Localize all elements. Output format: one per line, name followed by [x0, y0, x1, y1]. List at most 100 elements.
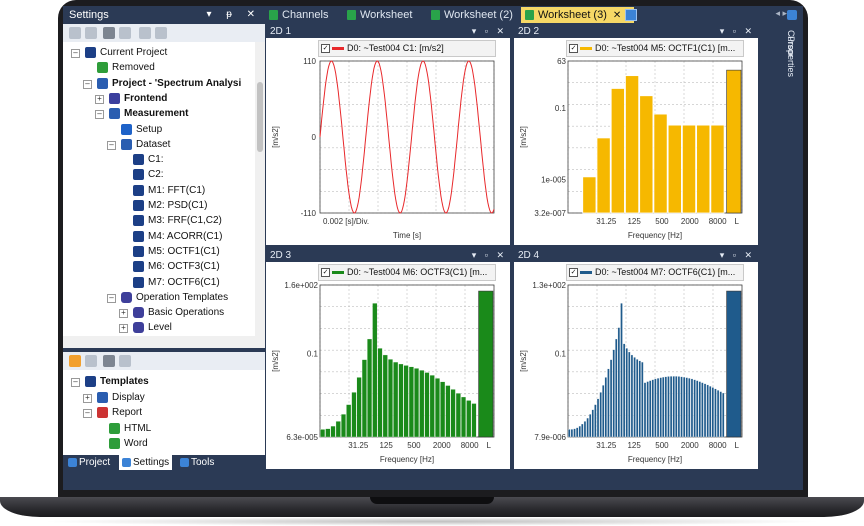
tree-item[interactable]: Project - 'Spectrum Analysi	[112, 76, 241, 91]
close-icon[interactable]: ✕	[613, 10, 621, 21]
properties-icon[interactable]	[787, 10, 797, 20]
tree-item[interactable]: Removed	[112, 60, 155, 75]
tree-scrollbar[interactable]	[255, 42, 265, 336]
bar	[646, 381, 649, 438]
bar	[677, 376, 681, 438]
tree-item[interactable]: Word	[124, 436, 148, 451]
open-icon[interactable]	[85, 27, 97, 39]
worksheet-icon	[431, 10, 440, 20]
plot-window-2d1[interactable]: 2D 1 ▾ ▫ ✕ ✓ D0: ~Test004 C1: [m/s2] [m/s2] T…	[266, 25, 510, 245]
bar	[429, 375, 435, 438]
tree-item[interactable]: Report	[112, 405, 142, 420]
tab-worksheet-3[interactable]: Worksheet (3) ✕	[521, 7, 634, 23]
plot-window-2d3[interactable]: 2D 3 ▾ ▫ ✕ ✓ D0: ~Test004 M6: OCTF3(C1) [m.…	[266, 249, 510, 469]
expander-icon[interactable]: +	[119, 324, 128, 334]
plot-canvas[interactable]: [m/s2] Frequency [Hz] 63 0.1 1e-005 3.2e-007 3…	[514, 38, 758, 245]
window-controls[interactable]: ▾ ▫ ✕	[472, 25, 507, 38]
tree-item[interactable]: M5: OCTF1(C1)	[148, 244, 220, 259]
plot-window-header[interactable]: 2D 2 ▾ ▫ ✕	[514, 25, 758, 38]
expander-icon[interactable]: +	[83, 393, 92, 403]
bar	[320, 429, 326, 438]
bar	[669, 376, 673, 438]
properties-tab[interactable]: Properties	[786, 36, 796, 77]
bar	[346, 404, 352, 438]
tree-item[interactable]: M1: FFT(C1)	[148, 183, 205, 198]
tree-item[interactable]: Dataset	[136, 137, 170, 152]
expander-icon[interactable]: +	[95, 94, 104, 104]
new-icon[interactable]	[69, 27, 81, 39]
tree-item[interactable]: Setup	[136, 122, 162, 137]
plot-canvas[interactable]: [m/s2] Frequency [Hz] 1.6e+002 0.1 6.3e-005 3…	[266, 262, 510, 469]
expander-icon[interactable]: –	[107, 293, 116, 303]
tree-node-icon	[121, 291, 132, 303]
expander-icon[interactable]: –	[83, 409, 92, 418]
tree-item[interactable]: Display	[112, 390, 145, 405]
tree-horizontal-scrollbar[interactable]	[63, 336, 265, 348]
bar	[582, 176, 597, 214]
link-icon[interactable]	[139, 27, 151, 39]
bar	[604, 377, 607, 438]
tree-item[interactable]: M2: PSD(C1)	[148, 198, 207, 213]
tree-item[interactable]: C1:	[148, 152, 164, 167]
bar	[586, 417, 589, 438]
y-axis-label: [m/s2]	[519, 350, 528, 372]
tree-item[interactable]: Frontend	[124, 91, 167, 106]
panel-tab-settings[interactable]: Settings	[119, 455, 173, 470]
panel-controls[interactable]: ▾ ᵽ ✕	[206, 6, 261, 24]
tree-item[interactable]: M4: ACORR(C1)	[148, 229, 222, 244]
tab-nav-icon[interactable]: ◂ ▸	[775, 8, 787, 19]
plot-window-header[interactable]: 2D 1 ▾ ▫ ✕	[266, 25, 510, 38]
tree-item[interactable]: Measurement	[124, 106, 188, 121]
undo-icon[interactable]	[119, 27, 131, 39]
panel-tab-project[interactable]: Project	[65, 455, 113, 470]
open-icon[interactable]	[85, 355, 97, 367]
tree-item[interactable]: HTML	[124, 421, 151, 436]
bar	[706, 384, 709, 438]
expander-icon[interactable]: –	[71, 378, 80, 387]
bar	[701, 382, 704, 438]
tree-item[interactable]: M6: OCTF3(C1)	[148, 259, 220, 274]
new-tab-icon[interactable]	[625, 9, 637, 21]
window-controls[interactable]: ▾ ▫ ✕	[720, 25, 755, 38]
folder-icon[interactable]	[69, 355, 81, 367]
expander-icon[interactable]: +	[119, 309, 128, 319]
expander-icon[interactable]: –	[71, 49, 80, 58]
plot-window-2d4[interactable]: 2D 4 ▾ ▫ ✕ ✓ D0: ~Test004 M7: OCTF6(C1) [m.…	[514, 249, 758, 469]
bar	[440, 381, 446, 438]
scrollbar-thumb[interactable]	[257, 82, 263, 152]
tree-item[interactable]: Operation Templates	[136, 290, 228, 305]
bar	[680, 376, 683, 438]
plot-window-header[interactable]: 2D 3 ▾ ▫ ✕	[266, 249, 510, 262]
tree-item[interactable]: M7: OCTF6(C1)	[148, 275, 220, 290]
expander-icon[interactable]: –	[107, 140, 116, 150]
tree-item[interactable]: M3: FRF(C1,C2)	[148, 213, 222, 228]
plot-window-2d2[interactable]: 2D 2 ▾ ▫ ✕ ✓ D0: ~Test004 M5: OCTF1(C1) [m.…	[514, 25, 758, 245]
plot-canvas[interactable]: [m/s2] Frequency [Hz] 1.3e+002 0.1 7.9e-006 3…	[514, 262, 758, 469]
tree-item[interactable]: C2:	[148, 167, 164, 182]
bar	[714, 388, 717, 438]
plot-window-header[interactable]: 2D 4 ▾ ▫ ✕	[514, 249, 758, 262]
expander-icon[interactable]: –	[83, 79, 92, 89]
x-tick-label: 8000	[709, 217, 727, 226]
unlink-icon[interactable]	[155, 27, 167, 39]
expander-icon[interactable]: –	[95, 110, 104, 120]
tree-item[interactable]: Current Project	[100, 45, 167, 60]
bar	[403, 365, 409, 438]
undo-icon[interactable]	[119, 355, 131, 367]
tree-item[interactable]: Templates	[100, 374, 149, 389]
bar	[461, 396, 467, 438]
laptop-notch	[370, 497, 494, 504]
window-controls[interactable]: ▾ ▫ ✕	[720, 249, 755, 262]
delete-icon[interactable]	[103, 27, 115, 39]
bar	[638, 360, 641, 438]
tree-item[interactable]: Level	[148, 320, 172, 335]
tree-item[interactable]: Basic Operations	[148, 305, 224, 320]
bar	[393, 361, 399, 438]
window-controls[interactable]: ▾ ▫ ✕	[472, 249, 507, 262]
bar	[693, 379, 696, 438]
panel-tab-tools[interactable]: Tools	[177, 455, 217, 470]
tree-node-icon	[97, 62, 108, 74]
plot-canvas[interactable]: [m/s2] Time [s] 110 0 -110 0.002 [s]/Div.	[266, 38, 510, 245]
delete-icon[interactable]	[103, 355, 115, 367]
bar	[659, 377, 662, 438]
